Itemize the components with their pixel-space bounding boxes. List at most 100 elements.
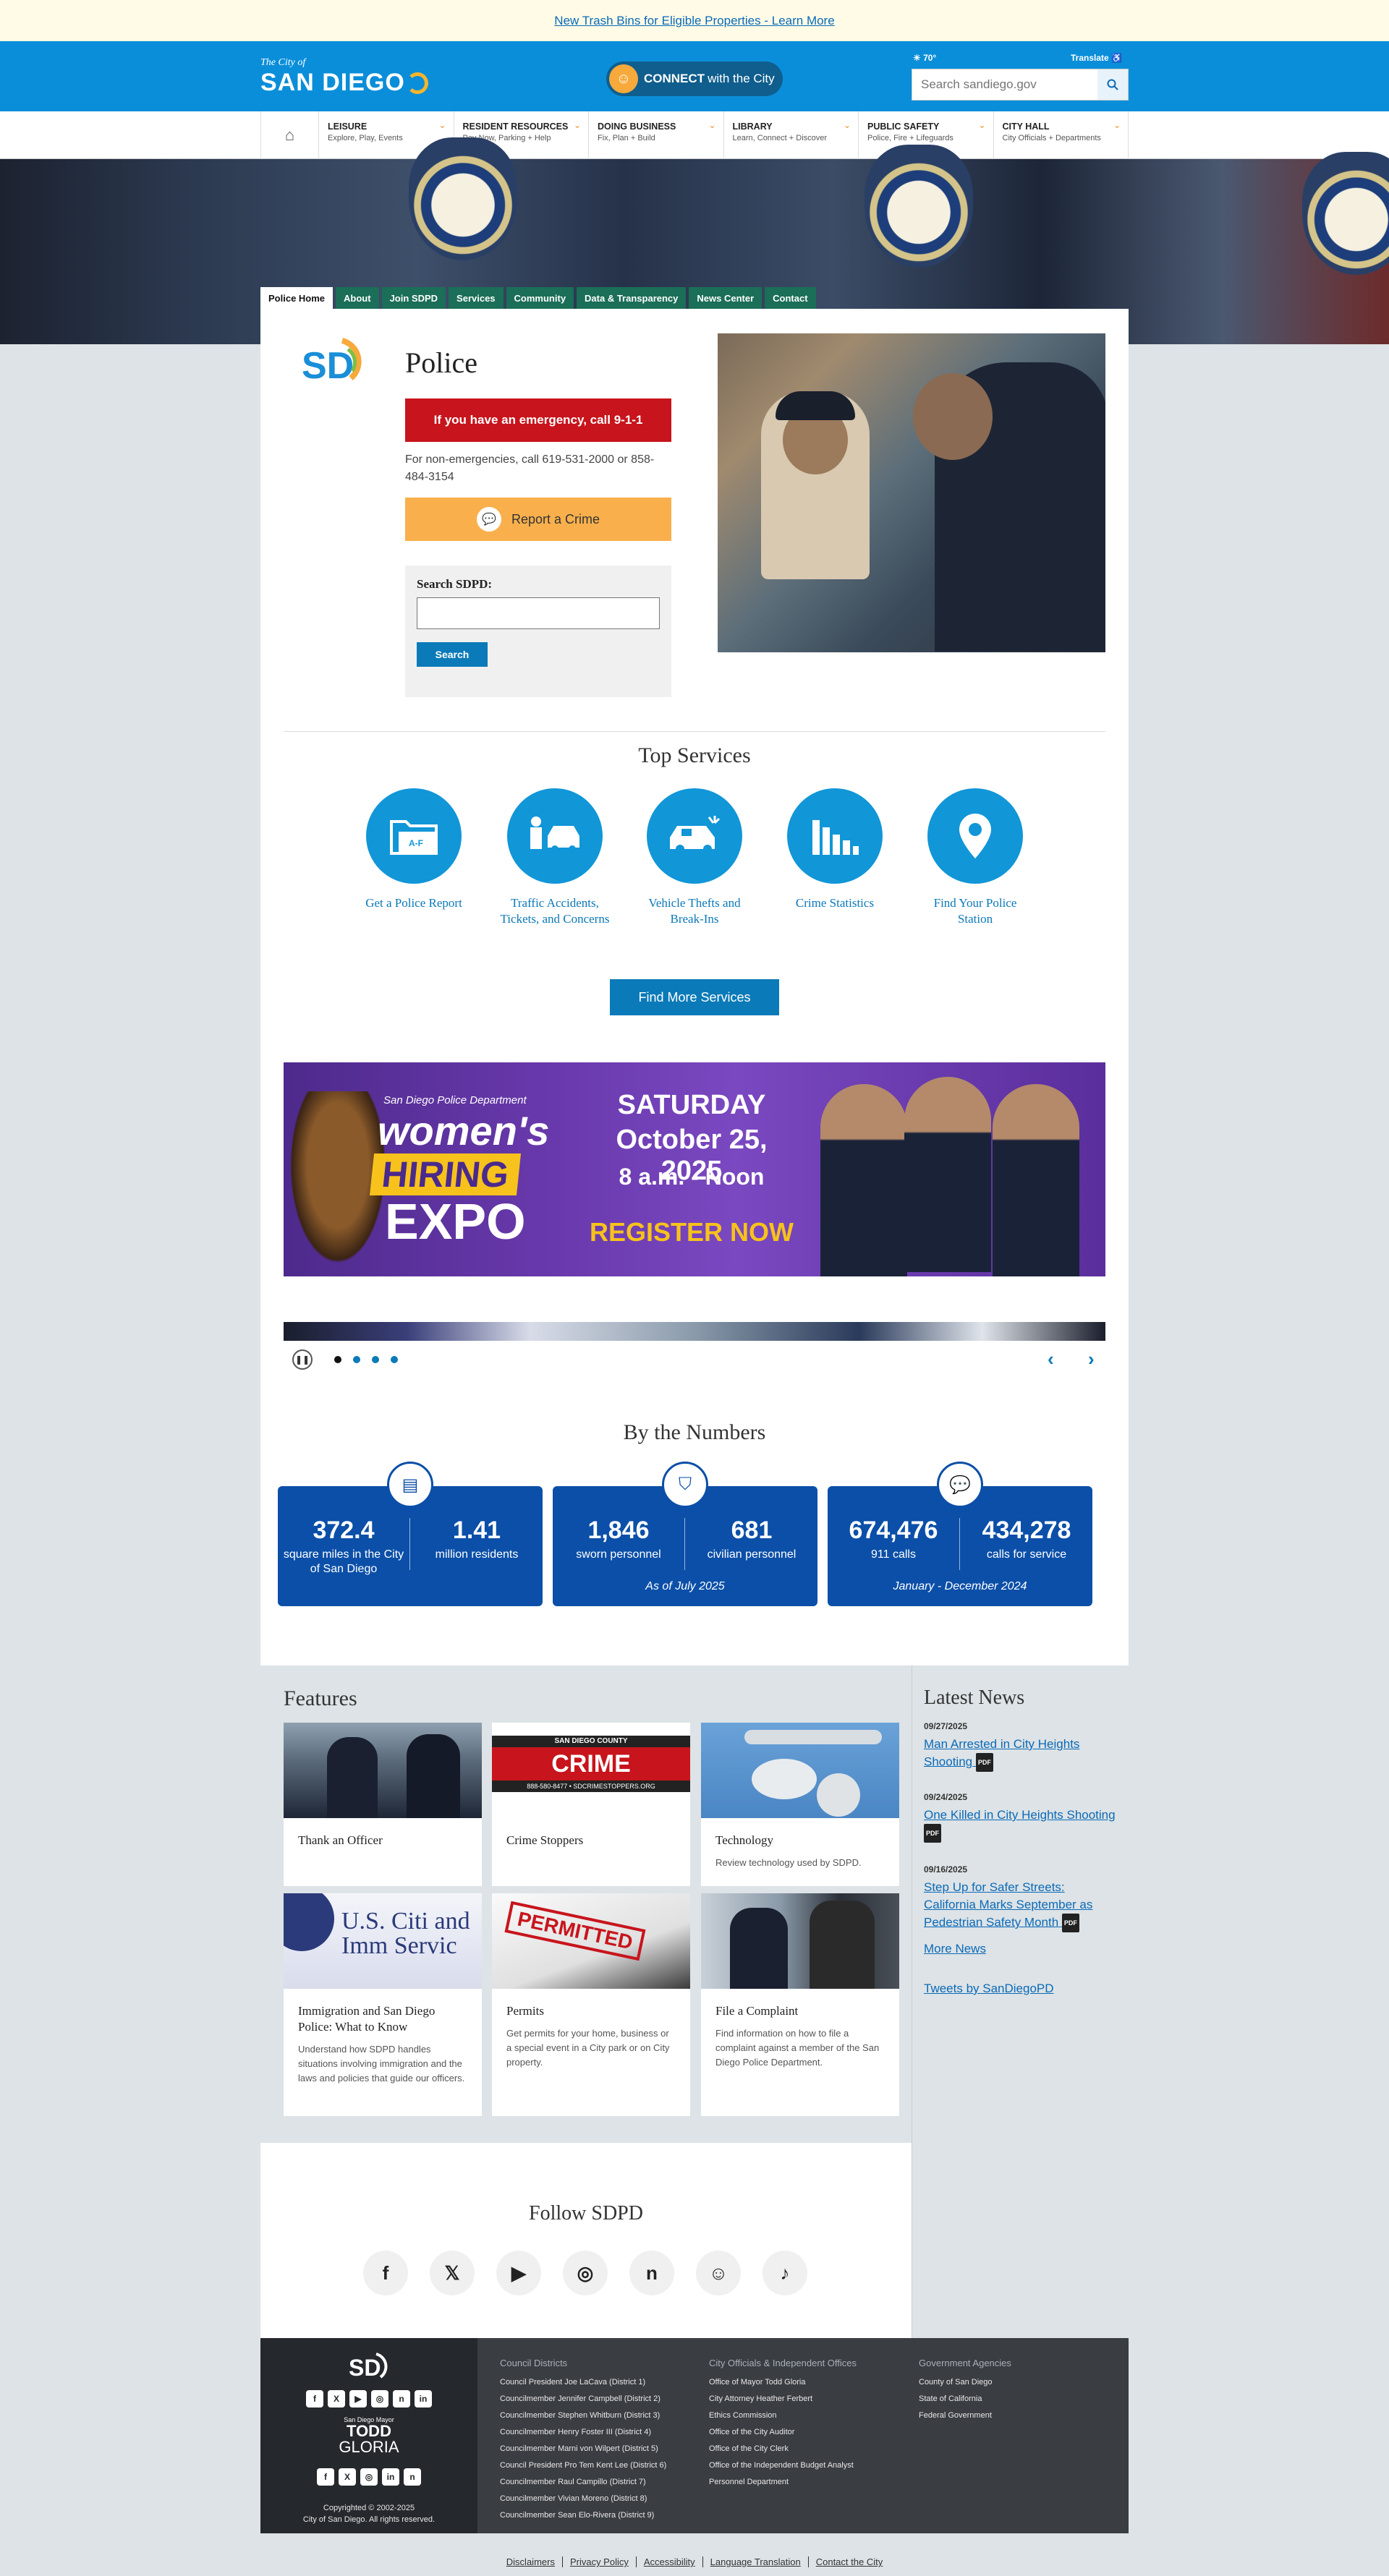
service-find-station[interactable]: Find Your Police Station	[917, 788, 1033, 927]
tab-police-home[interactable]: Police Home	[260, 287, 334, 309]
footer-link[interactable]: Councilmember Jennifer Campbell (Distric…	[500, 2391, 666, 2407]
tab-data-transparency[interactable]: Data & Transparency	[577, 287, 687, 309]
news-link[interactable]: Man Arrested in City Heights Shooting PD…	[924, 1736, 1119, 1772]
tab-news-center[interactable]: News Center	[689, 287, 763, 309]
copyright: Copyrighted © 2002-2025 City of San Dieg…	[302, 2504, 436, 2524]
footer-link[interactable]: Office of the City Auditor	[709, 2424, 857, 2441]
nextdoor-icon[interactable]: n	[629, 2251, 674, 2295]
disclaimers-link[interactable]: Disclaimers	[498, 2556, 563, 2567]
service-label: Crime Statistics	[795, 896, 875, 910]
stat-card-calls: 💬 674,476 911 calls 434,278 calls for serv…	[828, 1462, 1092, 1606]
facebook-icon[interactable]: f	[306, 2390, 323, 2407]
footer-link[interactable]: Office of the Independent Budget Analyst	[709, 2457, 857, 2474]
carousel-dot[interactable]	[372, 1356, 379, 1363]
footer-link[interactable]: Councilmember Stephen Whitburn (District…	[500, 2407, 666, 2424]
news-link[interactable]: Step Up for Safer Streets: California Ma…	[924, 1879, 1119, 1932]
tab-community[interactable]: Community	[506, 287, 574, 309]
connect-button[interactable]: ☺ CONNECT with the City	[606, 61, 783, 96]
footer-link[interactable]: County of San Diego	[919, 2374, 1011, 2391]
feature-immigration[interactable]: U.S. Citi and Imm Servic Immigration and…	[284, 1893, 482, 2116]
find-more-services-button[interactable]: Find More Services	[610, 979, 779, 1015]
youtube-icon[interactable]: ▶	[496, 2251, 541, 2295]
footer-link[interactable]: Personnel Department	[709, 2474, 857, 2491]
carousel-controls: ❚❚ ‹ ›	[284, 1347, 1105, 1373]
chevron-left-icon[interactable]: ‹	[1048, 1348, 1054, 1370]
footer-link[interactable]: City Attorney Heather Ferbert	[709, 2391, 857, 2407]
instagram-icon[interactable]: ◎	[563, 2251, 608, 2295]
contact-city-link[interactable]: Contact the City	[809, 2556, 891, 2567]
language-translation-link[interactable]: Language Translation	[702, 2556, 809, 2567]
alert-link[interactable]: New Trash Bins for Eligible Properties -…	[554, 14, 834, 28]
footer-link[interactable]: Council President Joe LaCava (District 1…	[500, 2374, 666, 2391]
nav-item-doing-business[interactable]: DOING BUSINESS Fix, Plan + Build ⌄	[589, 111, 724, 159]
instagram-icon[interactable]: ◎	[360, 2468, 378, 2486]
nav-sub: Police, Fire + Lifeguards	[867, 134, 953, 142]
stat-label: square miles in the City of San Diego	[283, 1548, 404, 1575]
footer-link[interactable]: Councilmember Marni von Wilpert (Distric…	[500, 2441, 666, 2457]
feature-thank-an-officer[interactable]: Thank an Officer	[284, 1723, 482, 1886]
service-vehicle-thefts[interactable]: Vehicle Thefts and Break-Ins	[637, 788, 752, 927]
tab-about[interactable]: About	[336, 287, 379, 309]
youtube-icon[interactable]: ▶	[349, 2390, 367, 2407]
footer-link[interactable]: Ethics Commission	[709, 2407, 857, 2424]
footer-link[interactable]: Office of Mayor Todd Gloria	[709, 2374, 857, 2391]
footer-link[interactable]: Office of the City Clerk	[709, 2441, 857, 2457]
tab-contact[interactable]: Contact	[765, 287, 816, 309]
feature-permits[interactable]: PERMITTED Permits Get permits for your h…	[492, 1893, 690, 2116]
footer-link[interactable]: Councilmember Vivian Moreno (District 8)	[500, 2491, 666, 2507]
service-traffic[interactable]: Traffic Accidents, Tickets, and Concerns	[497, 788, 613, 927]
carousel-dot[interactable]	[334, 1356, 341, 1363]
pause-icon[interactable]: ❚❚	[292, 1349, 313, 1370]
sdpd-search-input[interactable]	[417, 597, 660, 629]
officer-image	[904, 1077, 991, 1272]
feature-title: Thank an Officer	[298, 1833, 383, 1847]
home-icon[interactable]: ⌂	[261, 111, 319, 159]
feature-technology[interactable]: Technology Review technology used by SDP…	[701, 1723, 899, 1886]
search-button[interactable]	[1097, 69, 1128, 100]
hiring-expo-banner[interactable]: San Diego Police Department women's HIRI…	[284, 1062, 1105, 1276]
footer-link[interactable]: Council President Pro Tem Kent Lee (Dist…	[500, 2457, 666, 2474]
instagram-icon[interactable]: ◎	[371, 2390, 388, 2407]
chevron-right-icon[interactable]: ›	[1088, 1348, 1095, 1370]
service-crime-statistics[interactable]: Crime Statistics	[777, 788, 893, 911]
sdpd-search-button[interactable]: Search	[417, 642, 488, 667]
translate-button[interactable]: Translate ♿	[1071, 53, 1122, 63]
city-logo[interactable]: The City of SAN DIEGO	[260, 57, 428, 97]
news-link[interactable]: One Killed in City Heights Shooting PDF	[924, 1807, 1119, 1843]
footer-link[interactable]: Federal Government	[919, 2407, 1011, 2424]
footer-link[interactable]: State of California	[919, 2391, 1011, 2407]
tweets-link[interactable]: Tweets by SanDiegoPD	[924, 1982, 1054, 1996]
x-icon[interactable]: 𝕏	[430, 2251, 475, 2295]
footer-link[interactable]: Councilmember Sean Elo-Rivera (District …	[500, 2507, 666, 2524]
linkedin-icon[interactable]: in	[382, 2468, 399, 2486]
nav-item-library[interactable]: LIBRARY Learn, Connect + Discover ⌄	[724, 111, 859, 159]
more-news-link[interactable]: More News	[924, 1942, 986, 1956]
reddit-icon[interactable]: ☺	[696, 2251, 741, 2295]
x-icon[interactable]: X	[328, 2390, 345, 2407]
report-crime-button[interactable]: 💬 Report a Crime	[405, 498, 671, 541]
carousel-dot[interactable]	[391, 1356, 398, 1363]
feature-file-complaint[interactable]: File a Complaint Find information on how…	[701, 1893, 899, 2116]
footer-link[interactable]: Councilmember Henry Foster III (District…	[500, 2424, 666, 2441]
feature-desc: Review technology used by SDPD.	[715, 1857, 862, 1868]
carousel-dot[interactable]	[353, 1356, 360, 1363]
linkedin-icon[interactable]: in	[415, 2390, 432, 2407]
service-police-report[interactable]: A-F Get a Police Report	[356, 788, 472, 911]
site-search-input[interactable]	[912, 69, 1097, 100]
footer-link[interactable]: Councilmember Raul Campillo (District 7)	[500, 2474, 666, 2491]
facebook-icon[interactable]: f	[317, 2468, 334, 2486]
facebook-icon[interactable]: f	[363, 2251, 408, 2295]
mayor-logo[interactable]: San Diego Mayor TODD GLORIA	[260, 2416, 477, 2455]
emergency-button[interactable]: If you have an emergency, call 9-1-1	[405, 398, 671, 442]
tab-join-sdpd[interactable]: Join SDPD	[381, 287, 446, 309]
nav-item-city-hall[interactable]: CITY HALL City Officials + Departments ⌄	[994, 111, 1129, 159]
tiktok-icon[interactable]: ♪	[763, 2251, 807, 2295]
x-icon[interactable]: X	[339, 2468, 356, 2486]
privacy-policy-link[interactable]: Privacy Policy	[562, 2556, 637, 2567]
feature-crime-stoppers[interactable]: SAN DIEGO COUNTY CRIME STOPPERS 888-580-…	[492, 1723, 690, 1886]
nextdoor-icon[interactable]: n	[404, 2468, 421, 2486]
tab-services[interactable]: Services	[449, 287, 504, 309]
accessibility-link[interactable]: Accessibility	[636, 2556, 703, 2567]
news-date: 09/27/2025	[924, 1721, 968, 1731]
nextdoor-icon[interactable]: n	[393, 2390, 410, 2407]
